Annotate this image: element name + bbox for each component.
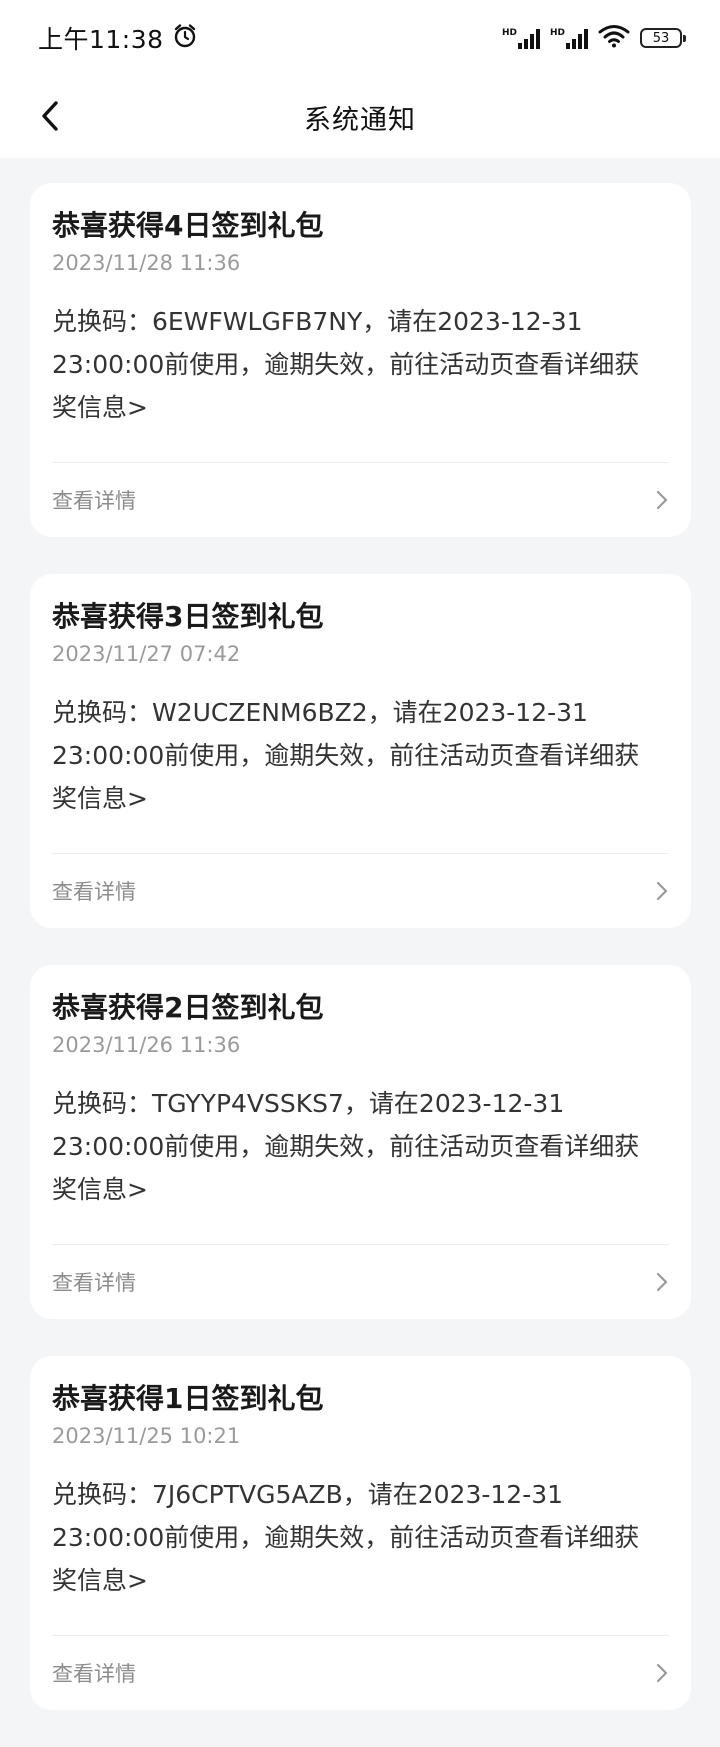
signal-icon: HD <box>550 27 588 49</box>
chevron-right-icon <box>656 881 668 901</box>
notification-time: 2023/11/27 07:42 <box>52 642 241 666</box>
chevron-right-icon <box>656 1272 668 1292</box>
notification-list: 恭喜获得4日签到礼包 2023/11/28 11:36 兑换码：6EWFWLGF… <box>30 183 691 1747</box>
alarm-clock-icon <box>172 23 198 53</box>
view-details-link[interactable]: 查看详情 <box>52 463 669 537</box>
chevron-left-icon <box>42 101 58 131</box>
notification-body: 兑换码：W2UCZENM6BZ2，请在2023-12-31 23:00:00前使… <box>52 698 640 813</box>
notification-title: 恭喜获得1日签到礼包 <box>52 1382 324 1415</box>
status-time: 上午11:38 <box>38 25 164 54</box>
view-details-link[interactable]: 查看详情 <box>52 854 669 928</box>
notification-body: 兑换码：7J6CPTVG5AZB，请在2023-12-31 23:00:00前使… <box>52 1480 640 1595</box>
status-bar: 上午11:38 HD HD 53 <box>0 0 720 76</box>
status-right: HD HD 53 <box>502 24 686 52</box>
notification-card[interactable]: 恭喜获得4日签到礼包 2023/11/28 11:36 兑换码：6EWFWLGF… <box>30 183 691 537</box>
notification-title: 恭喜获得2日签到礼包 <box>52 991 324 1024</box>
notification-body: 兑换码：6EWFWLGFB7NY，请在2023-12-31 23:00:00前使… <box>52 307 640 422</box>
status-left: 上午11:38 <box>38 20 198 56</box>
view-details-label: 查看详情 <box>52 1271 136 1295</box>
signal-hd-label: HD <box>501 28 517 38</box>
view-details-link[interactable]: 查看详情 <box>52 1636 669 1710</box>
battery-icon: 53 <box>640 28 686 48</box>
chevron-right-icon <box>656 490 668 510</box>
notification-time: 2023/11/26 11:36 <box>52 1033 241 1057</box>
notification-body: 兑换码：TGYYP4VSSKS7，请在2023-12-31 23:00:00前使… <box>52 1089 640 1204</box>
signal-hd-label: HD <box>549 28 565 38</box>
view-details-label: 查看详情 <box>52 1662 136 1686</box>
signal-icon: HD <box>502 27 540 49</box>
notification-time: 2023/11/28 11:36 <box>52 251 241 275</box>
chevron-right-icon <box>656 1663 668 1683</box>
notification-title: 恭喜获得3日签到礼包 <box>52 600 324 633</box>
notification-card[interactable]: 恭喜获得1日签到礼包 2023/11/25 10:21 兑换码：7J6CPTVG… <box>30 1356 691 1710</box>
page-title: 系统通知 <box>304 104 416 136</box>
notification-title: 恭喜获得4日签到礼包 <box>52 209 324 242</box>
notification-card[interactable]: 恭喜获得3日签到礼包 2023/11/27 07:42 兑换码：W2UCZENM… <box>30 574 691 928</box>
notification-time: 2023/11/25 10:21 <box>52 1424 241 1448</box>
top-nav-bar: 系统通知 <box>0 76 720 158</box>
view-details-link[interactable]: 查看详情 <box>52 1245 669 1319</box>
back-button[interactable] <box>22 88 78 144</box>
wifi-icon <box>598 24 630 52</box>
view-details-label: 查看详情 <box>52 489 136 513</box>
view-details-label: 查看详情 <box>52 880 136 904</box>
notification-card[interactable]: 恭喜获得2日签到礼包 2023/11/26 11:36 兑换码：TGYYP4VS… <box>30 965 691 1319</box>
battery-level: 53 <box>652 30 670 46</box>
